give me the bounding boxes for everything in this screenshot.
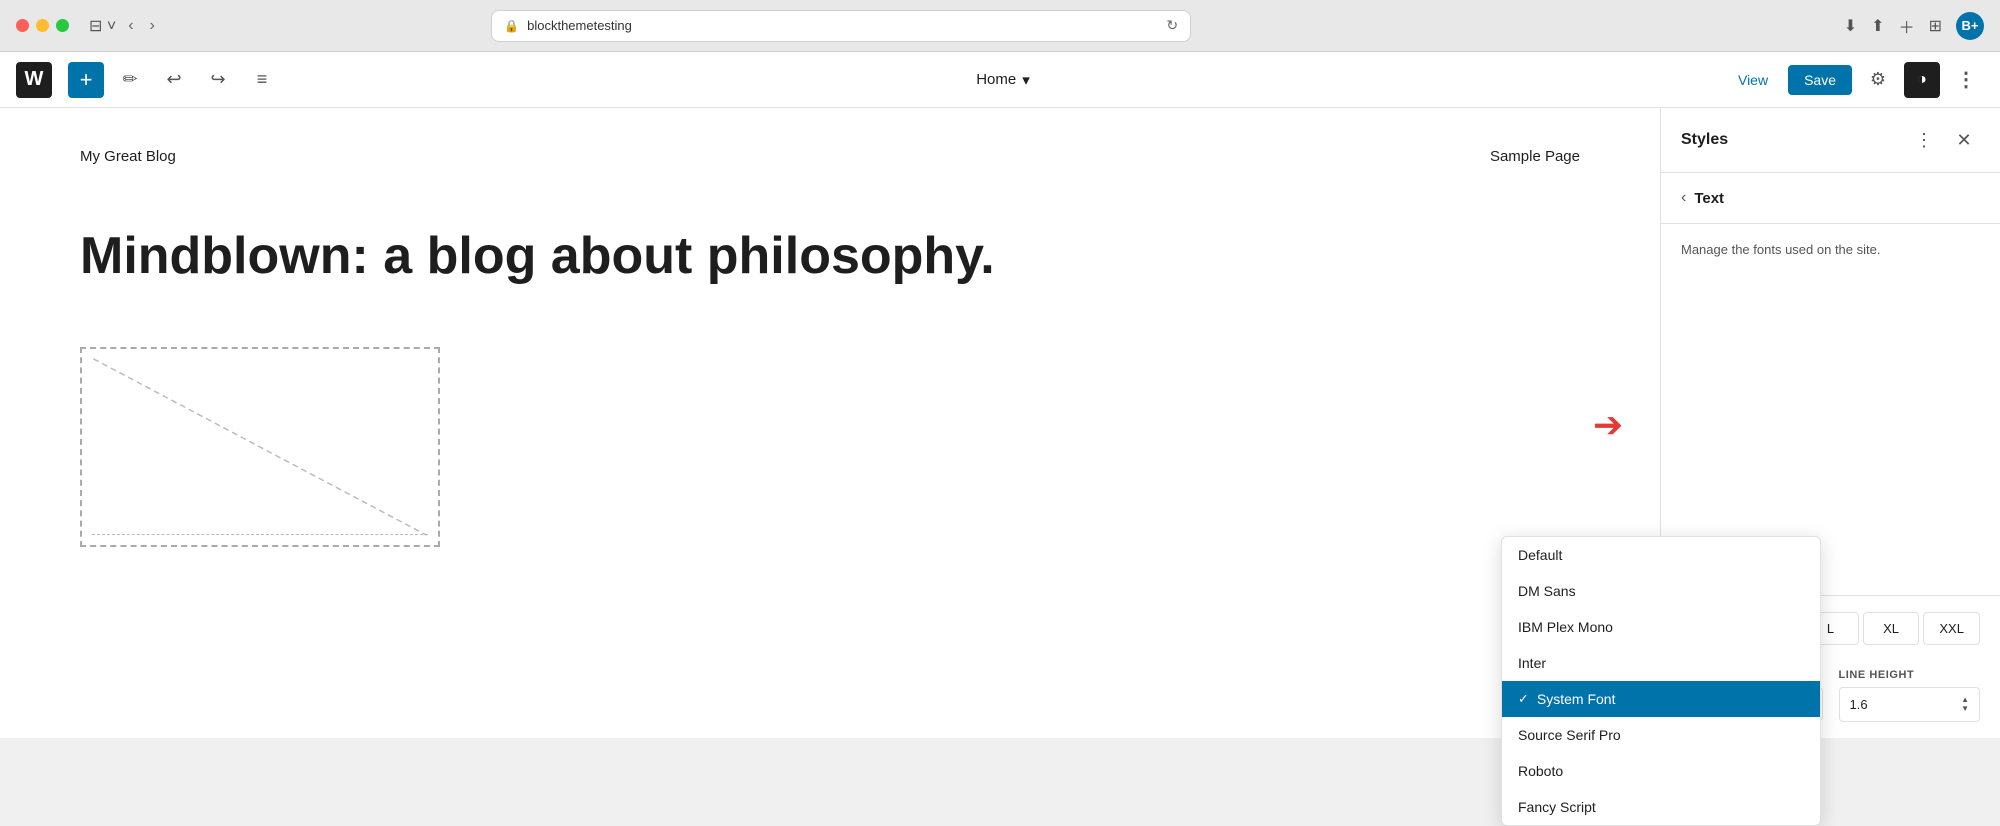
text-section-title: Text bbox=[1694, 190, 1724, 207]
url-text: blockthemetesting bbox=[527, 18, 632, 33]
font-dropdown[interactable]: Default DM Sans IBM Plex Mono Inter ✓ Sy… bbox=[1501, 536, 1821, 826]
wp-logo[interactable]: W bbox=[16, 62, 52, 98]
page-heading: Mindblown: a blog about philosophy. bbox=[80, 225, 1580, 287]
site-nav-link[interactable]: Sample Page bbox=[1490, 148, 1580, 165]
back-to-styles-btn[interactable]: ‹ bbox=[1681, 189, 1686, 207]
wp-toolbar: W + ✏ ↩ ↪ ≡ Home ▾ View Save ⚙ ◑ ⋮ bbox=[0, 52, 2000, 108]
line-height-value: 1.6 bbox=[1850, 697, 1868, 712]
line-height-stepper[interactable]: ▲ ▼ bbox=[1961, 696, 1969, 713]
styles-panel: Styles ⋮ ✕ ‹ Text Manage the fonts used … bbox=[1660, 108, 2000, 738]
lock-icon: 🔒 bbox=[504, 19, 519, 33]
content-area: My Great Blog Sample Page Mindblown: a b… bbox=[0, 108, 1660, 738]
size-btn-xxl[interactable]: XXL bbox=[1923, 612, 1980, 645]
forward-btn[interactable]: › bbox=[146, 13, 159, 39]
more-options-btn[interactable]: ⋮ bbox=[1948, 63, 1984, 96]
traffic-light-green[interactable] bbox=[56, 19, 69, 32]
font-option-dm-sans[interactable]: DM Sans bbox=[1502, 573, 1820, 609]
styles-panel-header: Styles ⋮ ✕ bbox=[1661, 108, 2000, 173]
font-option-source-serif-pro[interactable]: Source Serif Pro bbox=[1502, 717, 1820, 753]
font-option-roboto[interactable]: Roboto bbox=[1502, 753, 1820, 789]
list-view-btn[interactable]: ≡ bbox=[244, 62, 280, 98]
styles-panel-title: Styles bbox=[1681, 131, 1728, 149]
sidebar-toggle-btn[interactable]: ⊟ ˅ bbox=[89, 16, 116, 36]
line-height-col: LINE HEIGHT 1.6 ▲ ▼ bbox=[1839, 669, 1981, 722]
image-placeholder bbox=[80, 347, 440, 547]
browser-controls: ⊟ ˅ ‹ › bbox=[89, 13, 159, 39]
line-height-label: LINE HEIGHT bbox=[1839, 669, 1981, 681]
line-height-input[interactable]: 1.6 ▲ ▼ bbox=[1839, 687, 1981, 722]
site-name: My Great Blog bbox=[80, 148, 176, 165]
address-bar[interactable]: 🔒 blockthemetesting ↻ bbox=[491, 10, 1191, 42]
panel-description: Manage the fonts used on the site. bbox=[1661, 224, 2000, 276]
font-option-system-font[interactable]: ✓ System Font bbox=[1502, 681, 1820, 717]
font-label: System Font bbox=[1537, 691, 1616, 707]
stepper-up-btn[interactable]: ▲ bbox=[1961, 696, 1969, 704]
panel-header-actions: ⋮ ✕ bbox=[1908, 124, 1980, 156]
toolbar-center: Home ▾ bbox=[288, 71, 1718, 89]
font-label: Inter bbox=[1518, 655, 1546, 671]
traffic-lights bbox=[16, 19, 69, 32]
size-btn-xl[interactable]: XL bbox=[1863, 612, 1920, 645]
home-label: Home bbox=[976, 71, 1016, 88]
font-label: Fancy Script bbox=[1518, 799, 1596, 815]
traffic-light-yellow[interactable] bbox=[36, 19, 49, 32]
add-block-btn[interactable]: + bbox=[68, 62, 104, 98]
dark-mode-toggle[interactable]: ◑ bbox=[1904, 62, 1940, 98]
arrow-indicator: ➔ bbox=[1593, 404, 1623, 446]
font-label: DM Sans bbox=[1518, 583, 1576, 599]
settings-btn[interactable]: ⚙ bbox=[1860, 62, 1896, 98]
font-label: Roboto bbox=[1518, 763, 1563, 779]
save-btn[interactable]: Save bbox=[1788, 65, 1852, 95]
browser-actions: ⬇ ⬆ ＋ ⊞ B+ bbox=[1844, 12, 1984, 40]
panel-close-btn[interactable]: ✕ bbox=[1948, 124, 1980, 156]
check-icon: ✓ bbox=[1518, 691, 1529, 707]
stepper-down-btn[interactable]: ▼ bbox=[1961, 705, 1969, 713]
toolbar-right: View Save ⚙ ◑ ⋮ bbox=[1726, 62, 1984, 98]
font-label: Source Serif Pro bbox=[1518, 727, 1621, 743]
downloads-icon[interactable]: ⬇ bbox=[1844, 16, 1857, 36]
font-section: ➔ Default DM Sans IBM Plex Mono Inter ✓ … bbox=[1661, 276, 2000, 596]
main-layout: My Great Blog Sample Page Mindblown: a b… bbox=[0, 108, 2000, 738]
grid-icon[interactable]: ⊞ bbox=[1929, 16, 1942, 36]
panel-more-btn[interactable]: ⋮ bbox=[1908, 124, 1940, 156]
font-option-inter[interactable]: Inter bbox=[1502, 645, 1820, 681]
font-option-fancy-script[interactable]: Fancy Script bbox=[1502, 789, 1820, 825]
font-option-ibm-plex-mono[interactable]: IBM Plex Mono bbox=[1502, 609, 1820, 645]
profile-badge[interactable]: B+ bbox=[1956, 12, 1984, 40]
home-nav-btn[interactable]: Home ▾ bbox=[976, 71, 1030, 89]
traffic-light-red[interactable] bbox=[16, 19, 29, 32]
new-tab-icon[interactable]: ＋ bbox=[1899, 14, 1915, 38]
edit-tool-btn[interactable]: ✏ bbox=[112, 62, 148, 98]
site-header: My Great Blog Sample Page bbox=[80, 148, 1580, 165]
reload-btn[interactable]: ↻ bbox=[1166, 17, 1178, 34]
chevron-down-icon: ▾ bbox=[1022, 71, 1030, 89]
view-btn[interactable]: View bbox=[1726, 66, 1780, 94]
back-btn[interactable]: ‹ bbox=[124, 13, 137, 39]
browser-chrome: ⊟ ˅ ‹ › 🔒 blockthemetesting ↻ ⬇ ⬆ ＋ ⊞ B+ bbox=[0, 0, 2000, 52]
font-label: Default bbox=[1518, 547, 1562, 563]
font-option-default[interactable]: Default bbox=[1502, 537, 1820, 573]
share-icon[interactable]: ⬆ bbox=[1871, 16, 1884, 36]
undo-btn[interactable]: ↩ bbox=[156, 62, 192, 98]
text-section-header: ‹ Text bbox=[1661, 173, 2000, 224]
redo-btn[interactable]: ↪ bbox=[200, 62, 236, 98]
font-label: IBM Plex Mono bbox=[1518, 619, 1613, 635]
